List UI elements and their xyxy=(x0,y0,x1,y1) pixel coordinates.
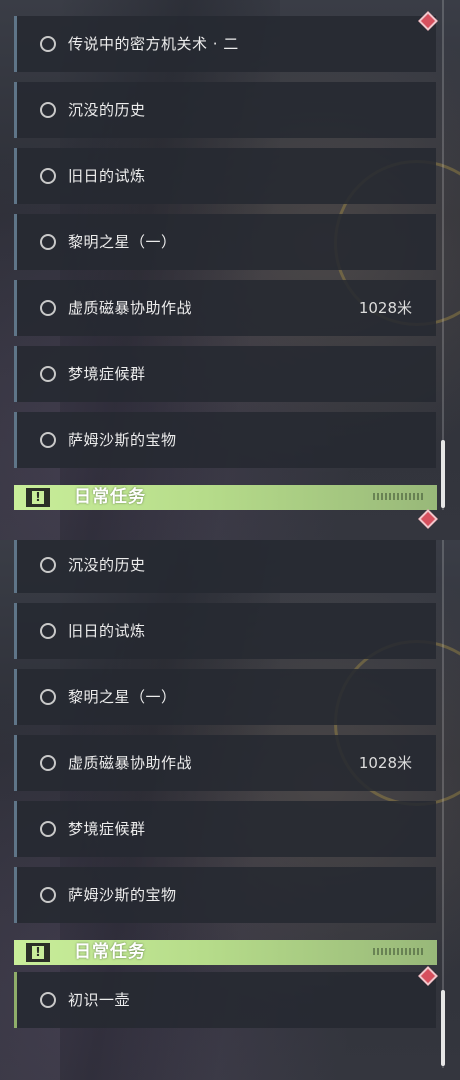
quest-item[interactable]: 旧日的试炼 xyxy=(14,603,436,659)
quest-title: 沉没的历史 xyxy=(68,556,146,574)
quest-item[interactable]: 梦境症候群 xyxy=(14,346,436,402)
quest-radio-icon[interactable] xyxy=(40,755,56,771)
quest-title: 黎明之星（一） xyxy=(68,688,177,706)
quest-radio-icon[interactable] xyxy=(40,300,56,316)
quest-distance: 1028米 xyxy=(358,754,412,772)
quest-accent-bar xyxy=(14,972,17,1028)
section-title: 日常任务 xyxy=(74,487,146,507)
quest-title: 梦境症候群 xyxy=(68,820,146,838)
quest-radio-icon[interactable] xyxy=(40,689,56,705)
quest-title: 梦境症候群 xyxy=(68,365,146,383)
scrollbar-track[interactable] xyxy=(442,0,444,510)
quest-accent-bar xyxy=(14,16,17,72)
quest-accent-bar xyxy=(14,280,17,336)
quest-title: 黎明之星（一） xyxy=(68,233,177,251)
quest-title: 旧日的试炼 xyxy=(68,167,146,185)
quest-title: 虚质磁暴协助作战 xyxy=(68,299,193,317)
quest-list-panel-bottom: 沉没的历史 旧日的试炼 黎明之星（一） 虚质磁暴协助作战 1028米 梦境症候群… xyxy=(0,540,460,1080)
header-decoration xyxy=(373,493,425,500)
quest-item[interactable]: 萨姆沙斯的宝物 xyxy=(14,412,436,468)
quest-title: 沉没的历史 xyxy=(68,101,146,119)
quest-item[interactable]: 虚质磁暴协助作战 1028米 xyxy=(14,735,436,791)
quest-radio-icon[interactable] xyxy=(40,432,56,448)
quest-accent-bar xyxy=(14,603,17,659)
quest-radio-icon[interactable] xyxy=(40,102,56,118)
quest-accent-bar xyxy=(14,148,17,204)
quest-radio-icon[interactable] xyxy=(40,887,56,903)
quest-accent-bar xyxy=(14,346,17,402)
quest-distance: 1028米 xyxy=(358,299,412,317)
quest-radio-icon[interactable] xyxy=(40,366,56,382)
quest-title: 虚质磁暴协助作战 xyxy=(68,754,193,772)
quest-item[interactable]: 旧日的试炼 xyxy=(14,148,436,204)
scrollbar-thumb[interactable] xyxy=(441,990,445,1066)
quest-title: 初识一壶 xyxy=(68,991,131,1009)
quest-accent-bar xyxy=(14,214,17,270)
quest-item[interactable]: 虚质磁暴协助作战 1028米 xyxy=(14,280,436,336)
section-title: 日常任务 xyxy=(74,942,146,962)
quest-item[interactable]: 梦境症候群 xyxy=(14,801,436,857)
exclamation-icon: ! xyxy=(26,943,50,962)
quest-radio-icon[interactable] xyxy=(40,557,56,573)
quest-item[interactable]: 传说中的密方机关术 · 二 xyxy=(14,16,436,72)
quest-list-panel-top: 传说中的密方机关术 · 二 沉没的历史 旧日的试炼 黎明之星（一） 虚质磁暴协助… xyxy=(0,0,460,540)
quest-item[interactable]: 黎明之星（一） xyxy=(14,669,436,725)
quest-accent-bar xyxy=(14,801,17,857)
quest-radio-icon[interactable] xyxy=(40,234,56,250)
quest-accent-bar xyxy=(14,735,17,791)
quest-item[interactable]: 沉没的历史 xyxy=(14,540,436,593)
quest-marker-icon xyxy=(418,509,438,529)
quest-radio-icon[interactable] xyxy=(40,821,56,837)
quest-accent-bar xyxy=(14,540,17,593)
quest-title: 萨姆沙斯的宝物 xyxy=(68,886,177,904)
quest-title: 旧日的试炼 xyxy=(68,622,146,640)
scrollbar-thumb[interactable] xyxy=(441,440,445,508)
quest-item[interactable]: 萨姆沙斯的宝物 xyxy=(14,867,436,923)
quest-accent-bar xyxy=(14,82,17,138)
quest-radio-icon[interactable] xyxy=(40,168,56,184)
quest-radio-icon[interactable] xyxy=(40,36,56,52)
quest-title: 传说中的密方机关术 · 二 xyxy=(68,35,239,53)
quest-accent-bar xyxy=(14,867,17,923)
quest-radio-icon[interactable] xyxy=(40,992,56,1008)
scrollbar-track[interactable] xyxy=(442,540,444,1068)
daily-quests-header[interactable]: ! 日常任务 xyxy=(14,485,437,510)
quest-radio-icon[interactable] xyxy=(40,623,56,639)
daily-quests-header[interactable]: ! 日常任务 xyxy=(14,940,437,965)
daily-quest-item[interactable]: 初识一壶 xyxy=(14,972,436,1028)
quest-item[interactable]: 黎明之星（一） xyxy=(14,214,436,270)
quest-accent-bar xyxy=(14,412,17,468)
quest-title: 萨姆沙斯的宝物 xyxy=(68,431,177,449)
exclamation-icon: ! xyxy=(26,488,50,507)
quest-item[interactable]: 沉没的历史 xyxy=(14,82,436,138)
header-decoration xyxy=(373,948,425,955)
quest-accent-bar xyxy=(14,669,17,725)
